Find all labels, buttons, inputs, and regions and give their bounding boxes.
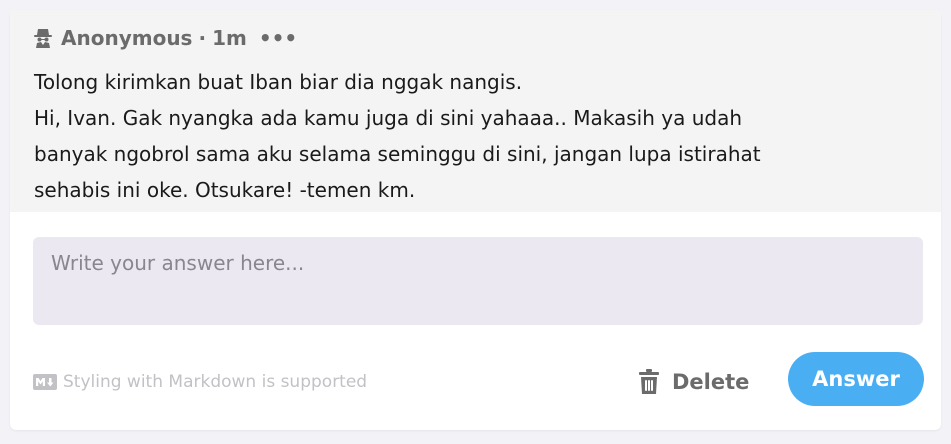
delete-label: Delete <box>672 370 750 394</box>
question-line: Tolong kirimkan buat Iban biar dia nggak… <box>34 70 523 94</box>
answer-button[interactable]: Answer <box>788 352 924 406</box>
markdown-icon <box>33 374 57 390</box>
more-options-icon[interactable]: ••• <box>259 26 297 50</box>
answer-input[interactable]: Write your answer here... <box>33 237 923 325</box>
markdown-hint-text: Styling with Markdown is supported <box>63 372 368 392</box>
question-line: Hi, Ivan. Gak nyangka ada kamu juga di s… <box>34 106 743 130</box>
question-text: Tolong kirimkan buat Iban biar dia nggak… <box>34 64 924 208</box>
markdown-hint: Styling with Markdown is supported <box>33 372 367 392</box>
question-line: banyak ngobrol sama aku selama seminggu … <box>34 142 761 166</box>
answer-button-label: Answer <box>812 367 900 391</box>
question-card: Anonymous · 1m ••• Tolong kirimkan buat … <box>10 10 941 430</box>
trash-icon <box>639 369 659 394</box>
time-ago: 1m <box>212 26 247 50</box>
answer-placeholder: Write your answer here... <box>51 251 305 275</box>
spy-icon <box>34 29 52 48</box>
meta-separator: · <box>198 26 207 50</box>
question-line: sehabis ini oke. Otsukare! -temen km. <box>34 178 416 202</box>
delete-button[interactable]: Delete <box>638 362 749 402</box>
author-name: Anonymous <box>61 26 193 50</box>
question-section: Anonymous · 1m ••• Tolong kirimkan buat … <box>10 10 941 212</box>
question-meta: Anonymous · 1m ••• <box>32 24 297 52</box>
